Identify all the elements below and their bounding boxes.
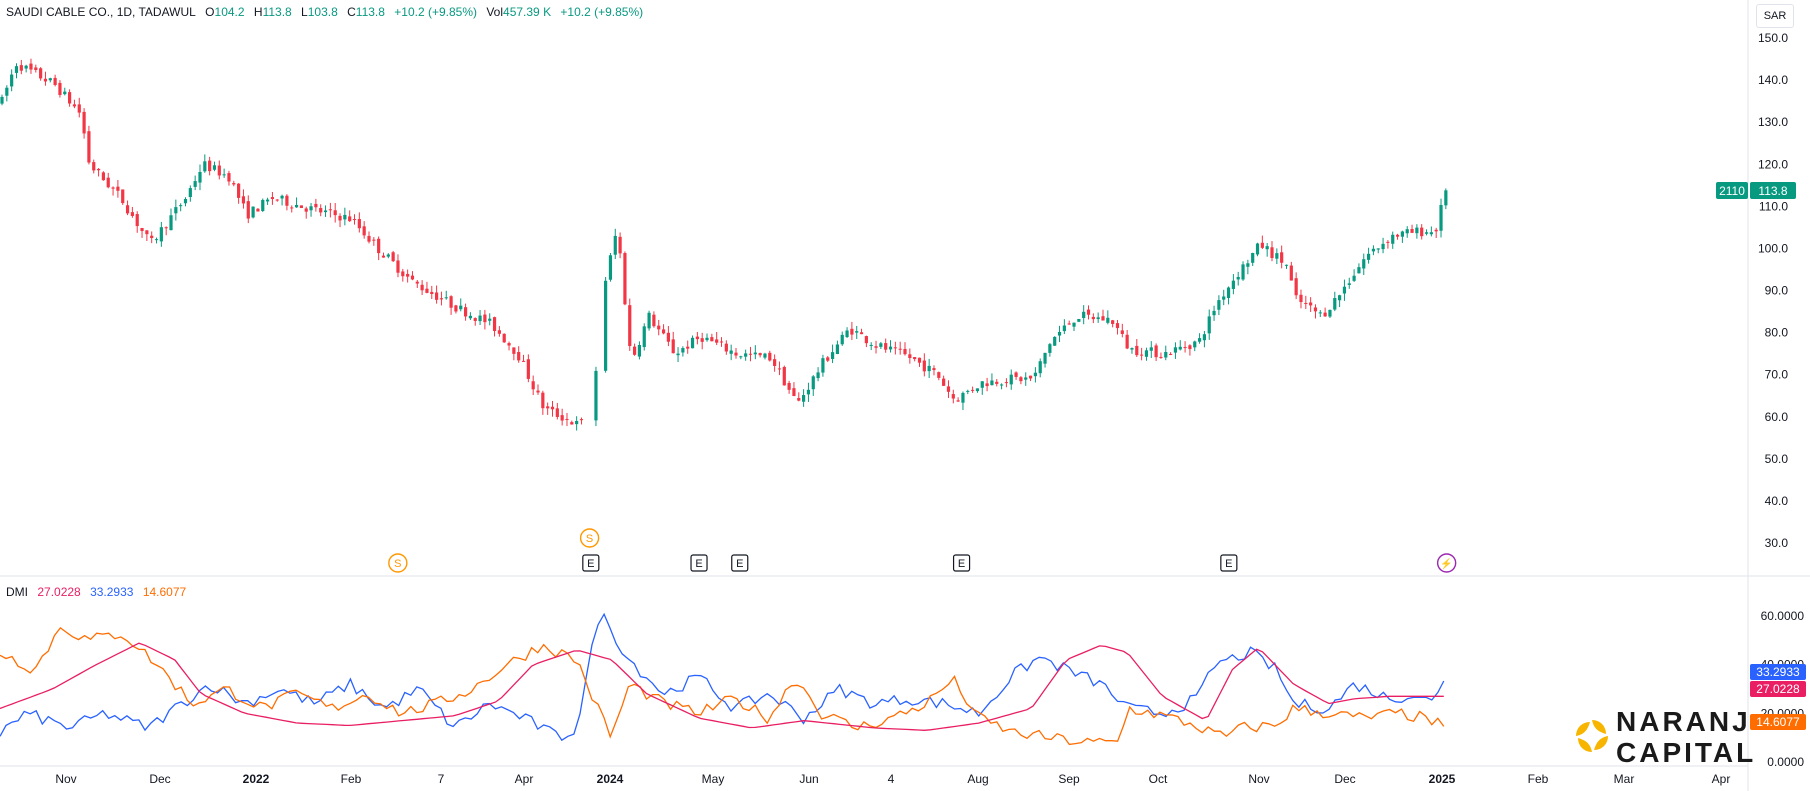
time-axis-label: Feb [1528, 772, 1549, 786]
price-tick-label: 120.0 [1758, 157, 1788, 171]
logo-line-2: CAPITAL [1616, 737, 1757, 768]
time-axis-label: 4 [888, 772, 895, 786]
time-axis-label: 2022 [243, 772, 270, 786]
ohlc-high: H113.8 [253, 5, 292, 19]
earnings-marker[interactable]: E [1220, 554, 1238, 572]
ohlc-close: C113.8 [347, 5, 385, 19]
candle [623, 251, 627, 306]
naranj-logo-icon [1576, 720, 1608, 752]
price-tick-label: 110.0 [1759, 199, 1788, 213]
adx-tag: 27.0228 [1756, 682, 1800, 696]
dmi-legend[interactable]: DMI 27.0228 33.2933 14.6077 [6, 585, 192, 599]
earnings-marker[interactable]: E [731, 554, 749, 572]
candle [594, 366, 598, 427]
candle [299, 205, 303, 209]
time-axis-label: Oct [1149, 772, 1168, 786]
price-tick-label: 50.0 [1765, 452, 1789, 466]
time-axis-label: Apr [515, 772, 534, 786]
symbol-title[interactable]: SAUDI CABLE CO., 1D, TADAWUL [6, 5, 196, 19]
svg-text:⚡: ⚡ [1440, 557, 1452, 570]
time-axis-label: Sep [1058, 772, 1080, 786]
candle [391, 250, 395, 263]
chart-canvas[interactable]: 150.0 140.0 130.0 120.0 110.0 100.0 90.0 80.0 70… [0, 0, 1810, 791]
dmi-adx-value: 27.0228 [37, 585, 81, 599]
candle [782, 365, 786, 386]
candle [121, 189, 125, 205]
time-axis-label: May [702, 772, 725, 786]
price-tick-label: 40.0 [1765, 494, 1789, 508]
svg-text:E: E [1225, 558, 1232, 570]
time-axis-label: Feb [341, 772, 362, 786]
logo-line-1: NARANJ [1616, 706, 1751, 737]
currency-button[interactable]: SAR [1756, 4, 1794, 28]
svg-text:E: E [736, 558, 743, 570]
earnings-marker[interactable]: E [952, 554, 971, 572]
symbol-legend[interactable]: SAUDI CABLE CO., 1D, TADAWUL O104.2 H113… [6, 5, 649, 19]
candle [642, 323, 646, 351]
time-axis-label: 7 [438, 772, 445, 786]
time-axis-label: Nov [1248, 772, 1269, 786]
time-axis-label: Aug [967, 772, 988, 786]
ohlc-change: +10.2 (+9.85%) [394, 5, 477, 19]
time-axis-label: 2025 [1429, 772, 1456, 786]
price-tick-label: 150.0 [1758, 31, 1788, 45]
split-marker[interactable]: S [579, 528, 600, 548]
volume-change: +10.2 (+9.85%) [560, 5, 644, 19]
svg-text:E: E [958, 558, 965, 570]
candle [87, 125, 91, 165]
time-axis-label: Dec [149, 772, 170, 786]
naranj-capital-logo: NARANJ CAPITAL [1570, 704, 1800, 774]
price-tick-label: 80.0 [1765, 326, 1789, 340]
time-axis-label: Apr [1712, 772, 1731, 786]
candle [251, 206, 255, 219]
svg-text:S: S [394, 558, 401, 570]
svg-text:E: E [695, 558, 702, 570]
candle [1077, 318, 1081, 323]
price-tick-label: 60.0 [1765, 410, 1789, 424]
flash-marker[interactable]: ⚡ [1436, 553, 1457, 573]
time-axis-label: Dec [1334, 772, 1355, 786]
logo-text: NARANJ CAPITAL [1616, 706, 1756, 768]
candle [101, 171, 106, 181]
dmi-plus-di-value: 33.2933 [90, 585, 134, 599]
earnings-marker[interactable]: E [582, 554, 600, 572]
time-axis-label: Jun [799, 772, 818, 786]
price-tick-label: 90.0 [1765, 284, 1789, 298]
time-axis-label: Mar [1614, 772, 1635, 786]
candle [1053, 336, 1057, 346]
earnings-marker[interactable]: E [690, 554, 708, 572]
candle [1255, 242, 1260, 257]
dmi-minus-di-value: 14.6077 [142, 585, 187, 599]
candle [502, 333, 506, 343]
candle [647, 310, 651, 331]
time-axis-label: 2024 [597, 772, 624, 786]
split-marker[interactable]: S [388, 553, 408, 573]
ohlc-open: O104.2 [205, 5, 245, 19]
time-axis-label: Nov [55, 772, 76, 786]
price-tick-label: 100.0 [1758, 241, 1788, 255]
price-tick-label: 70.0 [1765, 368, 1789, 382]
candle [261, 198, 265, 212]
price-tick-label: 30.0 [1765, 536, 1789, 550]
price-tag-left: 2110 [1719, 184, 1745, 198]
svg-text:E: E [587, 558, 594, 570]
price-tick-label: 130.0 [1758, 115, 1788, 129]
ohlc-low: L103.8 [301, 5, 338, 19]
candle [604, 276, 608, 373]
volume: Vol457.39 K [486, 5, 552, 19]
candle [628, 298, 632, 351]
price-tick-label: 140.0 [1758, 73, 1788, 87]
dmi-tick-label: 60.0000 [1761, 609, 1805, 623]
plus-di-tag: 33.2933 [1756, 665, 1800, 679]
dmi-title[interactable]: DMI [6, 585, 28, 599]
candle [608, 253, 613, 282]
price-tag-right: 113.8 [1758, 184, 1787, 198]
svg-text:S: S [586, 533, 593, 545]
